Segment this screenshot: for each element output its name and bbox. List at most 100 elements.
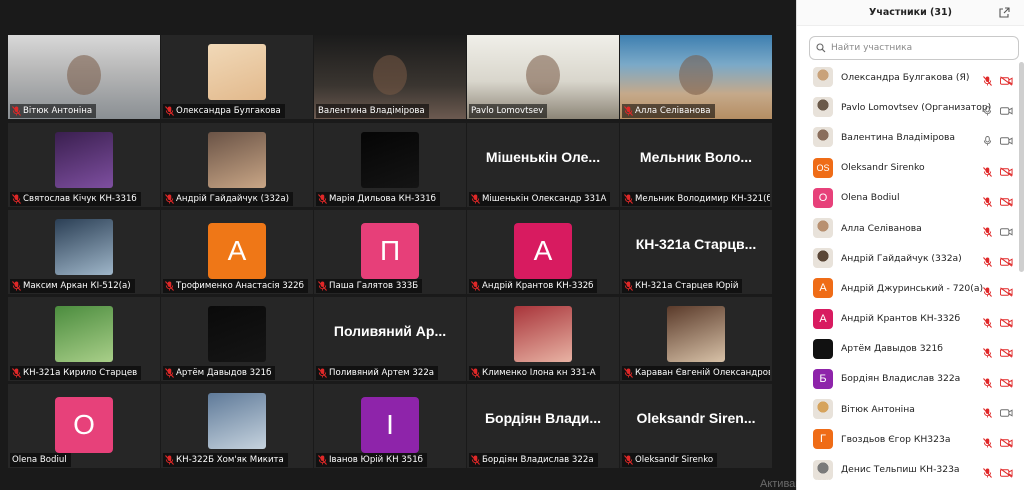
video-tile[interactable]: КН-322Б Хом'як Микита <box>161 384 313 468</box>
video-tile[interactable]: Клименко Ілона кн 331-А <box>467 297 619 381</box>
video-off-icon[interactable] <box>1000 282 1013 301</box>
tile-name-caption: Бордіян Владислав 322а <box>469 453 598 467</box>
mic-off-icon[interactable] <box>983 463 992 482</box>
video-tile[interactable]: Мельник Воло... Мельник Володимир КН-321(… <box>620 123 772 207</box>
tile-participant-name: Святослав Кічук КН-331б <box>23 194 137 204</box>
participant-row[interactable]: Алла Селіванова <box>797 213 1024 243</box>
video-tile[interactable]: Андрій Гайдайчук (332а) <box>161 123 313 207</box>
tile-name-caption: Oleksandr Sirenko <box>622 453 718 467</box>
participant-name: Вітюк Антоніна <box>841 403 915 415</box>
tile-display-name: Поливяний Ар... <box>333 323 447 339</box>
mic-off-icon[interactable] <box>983 71 992 90</box>
tile-display-name: Oleksandr Siren... <box>636 410 756 426</box>
video-tile[interactable]: Марія Дильова КН-331б <box>314 123 466 207</box>
participant-status-icons <box>983 222 1013 241</box>
participant-row[interactable]: Б Бордіян Владислав 322а <box>797 364 1024 394</box>
mic-off-icon[interactable] <box>983 343 992 362</box>
tile-participant-name: Бордіян Владислав 322а <box>482 455 594 465</box>
mic-on-icon[interactable] <box>983 101 992 120</box>
mic-off-icon[interactable] <box>983 252 992 271</box>
person-silhouette <box>67 55 101 95</box>
participant-row[interactable]: А Андрій Крантов КН-332б <box>797 304 1024 334</box>
participant-row[interactable]: O Olena Bodiul <box>797 183 1024 213</box>
search-input[interactable] <box>831 43 1011 53</box>
video-tile[interactable]: Oleksandr Siren... Oleksandr Sirenko <box>620 384 772 468</box>
mic-off-icon[interactable] <box>983 192 992 211</box>
mic-off-icon <box>165 281 174 291</box>
video-tile[interactable]: П Паша Галятов 333Б <box>314 210 466 294</box>
video-tile[interactable]: Pavlo Lomovtsev <box>467 35 619 119</box>
participant-name: Андрій Гайдайчук (332а) <box>841 252 962 264</box>
participant-row[interactable]: Вітюк Антоніна <box>797 394 1024 424</box>
mic-off-icon[interactable] <box>983 162 992 181</box>
participant-search[interactable] <box>809 36 1019 60</box>
mic-off-icon[interactable] <box>983 222 992 241</box>
video-tile[interactable]: КН-321а Старцв... КН-321а Старцев Юрій <box>620 210 772 294</box>
mic-off-icon[interactable] <box>983 373 992 392</box>
video-off-icon[interactable] <box>1000 252 1013 271</box>
video-tile[interactable]: Алла Селіванова <box>620 35 772 119</box>
tile-participant-name: КН-321а Кирило Старцев <box>23 368 138 378</box>
popout-icon[interactable] <box>998 7 1010 19</box>
participant-status-icons <box>983 373 1013 392</box>
participant-row[interactable]: А Андрій Джуринський - 720(а) <box>797 273 1024 303</box>
tile-participant-name: КН-322Б Хом'як Микита <box>176 455 284 465</box>
profile-photo <box>667 306 725 362</box>
video-tile[interactable]: Максим Аркан КІ-512(а) <box>8 210 160 294</box>
participant-row[interactable]: Pavlo Lomovtsev (Организатор) <box>797 92 1024 122</box>
video-tile[interactable]: А Андрій Крантов КН-332б <box>467 210 619 294</box>
video-tile[interactable]: Артём Давыдов 321б <box>161 297 313 381</box>
tile-name-caption: Olena Bodiul <box>10 453 71 467</box>
participant-row[interactable]: Олександра Булгакова (Я) <box>797 62 1024 92</box>
video-tile[interactable]: Валентина Владімірова <box>314 35 466 119</box>
tile-name-caption: Трофименко Анастасія 322б <box>163 279 308 293</box>
participant-name: Бордіян Владислав 322а <box>841 373 961 385</box>
video-tile[interactable]: Вітюк Антоніна <box>8 35 160 119</box>
participant-row[interactable]: Г Гвоздьов Єгор КН323а <box>797 424 1024 454</box>
video-off-icon[interactable] <box>1000 343 1013 362</box>
mic-off-icon[interactable] <box>983 282 992 301</box>
video-on-icon[interactable] <box>1000 222 1013 241</box>
participant-status-icons <box>983 433 1013 452</box>
mic-off-icon[interactable] <box>983 433 992 452</box>
participant-list-scrollbar[interactable] <box>1019 62 1024 272</box>
participant-name: Андрій Крантов КН-332б <box>841 313 961 325</box>
mic-on-icon[interactable] <box>983 131 992 150</box>
video-on-icon[interactable] <box>1000 101 1013 120</box>
search-icon <box>816 43 826 53</box>
video-tile[interactable]: Бордіян Влади... Бордіян Владислав 322а <box>467 384 619 468</box>
video-on-icon[interactable] <box>1000 131 1013 150</box>
participant-avatar <box>813 338 833 359</box>
video-tile[interactable]: Олександра Булгакова <box>161 35 313 119</box>
video-tile[interactable]: Поливяний Ар... Поливяний Артем 322а <box>314 297 466 381</box>
tile-name-caption: Марія Дильова КН-331б <box>316 192 440 206</box>
participant-row[interactable]: Андрій Гайдайчук (332а) <box>797 243 1024 273</box>
participant-status-icons <box>983 282 1013 301</box>
participant-avatar: OS <box>813 157 833 178</box>
video-tile[interactable]: І Іванов Юрій КН 351б <box>314 384 466 468</box>
video-tile[interactable]: А Трофименко Анастасія 322б <box>161 210 313 294</box>
video-off-icon[interactable] <box>1000 373 1013 392</box>
video-off-icon[interactable] <box>1000 162 1013 181</box>
participant-row[interactable]: Валентина Владімірова <box>797 122 1024 152</box>
video-off-icon[interactable] <box>1000 71 1013 90</box>
mic-off-icon <box>624 368 633 378</box>
mic-off-icon[interactable] <box>983 403 992 422</box>
participant-row[interactable]: OS Oleksandr Sirenko <box>797 153 1024 183</box>
video-off-icon[interactable] <box>1000 192 1013 211</box>
letter-avatar: А <box>514 223 572 279</box>
video-off-icon[interactable] <box>1000 313 1013 332</box>
video-on-icon[interactable] <box>1000 403 1013 422</box>
video-tile[interactable]: Святослав Кічук КН-331б <box>8 123 160 207</box>
video-tile[interactable]: Мішенькін Оле... Мішенькін Олександр 331А <box>467 123 619 207</box>
participant-row[interactable]: Артём Давыдов 321б <box>797 334 1024 364</box>
video-tile[interactable]: Караван Євгеній Олександрович <box>620 297 772 381</box>
participant-avatar <box>813 459 833 480</box>
mic-off-icon[interactable] <box>983 313 992 332</box>
tile-name-caption: Караван Євгеній Олександрович <box>622 366 770 380</box>
video-off-icon[interactable] <box>1000 463 1013 482</box>
video-off-icon[interactable] <box>1000 433 1013 452</box>
video-tile[interactable]: КН-321а Кирило Старцев <box>8 297 160 381</box>
video-tile[interactable]: O Olena Bodiul <box>8 384 160 468</box>
participant-name: Гвоздьов Єгор КН323а <box>841 433 951 445</box>
